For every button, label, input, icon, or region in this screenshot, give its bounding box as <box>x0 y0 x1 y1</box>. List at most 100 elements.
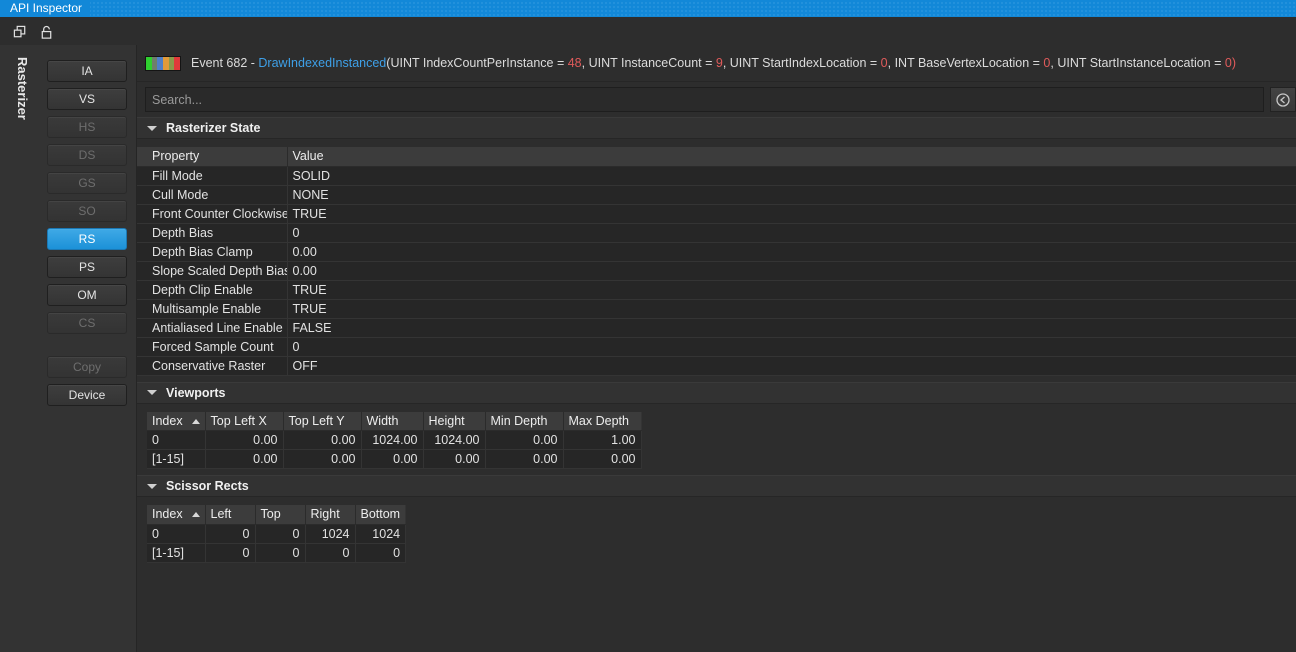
button-device[interactable]: Device <box>47 384 127 406</box>
stage-label: Rasterizer <box>8 57 30 120</box>
stage-button-label: Device <box>69 388 106 402</box>
table-cell: NONE <box>287 185 1296 204</box>
column-header-value[interactable]: Value <box>287 147 1296 166</box>
table-row[interactable]: Cull ModeNONE <box>137 185 1296 204</box>
scissor-rects-table: IndexLeftTopRightBottom 00010241024[1-15… <box>147 505 406 563</box>
main-panel: Event 682 - DrawIndexedInstanced(UINT In… <box>137 45 1296 652</box>
table-cell: 0 <box>147 524 205 543</box>
stage-button-label: GS <box>78 176 95 190</box>
table-row[interactable]: Conservative RasterOFF <box>137 356 1296 375</box>
table-row[interactable]: Multisample EnableTRUE <box>137 299 1296 318</box>
stage-button-rs[interactable]: RS <box>47 228 127 250</box>
stage-button-ia[interactable]: IA <box>47 60 127 82</box>
column-header-width[interactable]: Width <box>361 412 423 431</box>
table-row[interactable]: Depth Bias Clamp0.00 <box>137 242 1296 261</box>
titlebar-dot-pattern <box>0 0 1296 17</box>
section-header-rasterizer-state[interactable]: Rasterizer State <box>137 117 1296 139</box>
table-cell: 0 <box>255 524 305 543</box>
column-header-index[interactable]: Index <box>147 505 205 524</box>
table-row[interactable]: 00010241024 <box>147 524 406 543</box>
event-arg-type-4: UINT StartInstanceLocation = <box>1057 56 1225 70</box>
table-row[interactable]: Depth Bias0 <box>137 223 1296 242</box>
stage-button-om[interactable]: OM <box>47 284 127 306</box>
column-header-bottom[interactable]: Bottom <box>355 505 406 524</box>
table-row[interactable]: Front Counter ClockwiseTRUE <box>137 204 1296 223</box>
column-header-top[interactable]: Top <box>255 505 305 524</box>
event-arg-sep-2: , <box>888 56 895 70</box>
table-cell: 0.00 <box>287 261 1296 280</box>
column-header-property[interactable]: Property <box>137 147 287 166</box>
table-row[interactable]: [1-15]0000 <box>147 543 406 562</box>
table-row[interactable]: Depth Clip EnableTRUE <box>137 280 1296 299</box>
button-copy: Copy <box>47 356 127 378</box>
column-header-label: Index <box>152 507 183 521</box>
stage-button-label: DS <box>79 148 96 162</box>
column-header-right[interactable]: Right <box>305 505 355 524</box>
window-title: API Inspector <box>10 0 82 17</box>
column-header-height[interactable]: Height <box>423 412 485 431</box>
table-cell: Slope Scaled Depth Bias <box>137 261 287 280</box>
event-arg-value-2: 0 <box>881 56 888 70</box>
column-header-top-left-y[interactable]: Top Left Y <box>283 412 361 431</box>
table-row[interactable]: Slope Scaled Depth Bias0.00 <box>137 261 1296 280</box>
back-arrow-circle-icon[interactable] <box>1270 87 1296 112</box>
column-header-label: Top Left Y <box>289 414 345 428</box>
column-header-min-depth[interactable]: Min Depth <box>485 412 563 431</box>
event-description: Event 682 - DrawIndexedInstanced(UINT In… <box>191 56 1236 70</box>
table-cell: Depth Bias Clamp <box>137 242 287 261</box>
section-title: Rasterizer State <box>166 121 261 135</box>
stage-button-ps[interactable]: PS <box>47 256 127 278</box>
column-header-top-left-x[interactable]: Top Left X <box>205 412 283 431</box>
section-header-scissor-rects[interactable]: Scissor Rects <box>137 475 1296 497</box>
event-arg-value-4: 0 <box>1225 56 1232 70</box>
column-header-label: Value <box>293 149 324 163</box>
table-cell: 0 <box>205 543 255 562</box>
stage-button-list: IAVSHSDSGSSORSPSOMCSCopyDevice <box>47 60 127 412</box>
table-cell: 1024.00 <box>423 431 485 450</box>
event-call-name[interactable]: DrawIndexedInstanced <box>258 56 386 70</box>
event-arg-value-0: 48 <box>568 56 582 70</box>
column-header-label: Right <box>311 507 340 521</box>
stage-button-label: OM <box>77 288 96 302</box>
event-arg-type-0: UINT IndexCountPerInstance = <box>390 56 567 70</box>
window-titlebar: API Inspector <box>0 0 1296 17</box>
table-row[interactable]: Antialiased Line EnableFALSE <box>137 318 1296 337</box>
section-body-rasterizer-state: Property Value Fill ModeSOLIDCull ModeNON… <box>137 139 1296 382</box>
table-cell: 0.00 <box>361 450 423 469</box>
table-cell: [1-15] <box>147 543 205 562</box>
section-body-viewports: IndexTop Left X Top Left Y WidthHeight Min … <box>137 404 1296 476</box>
event-prefix: Event 682 - <box>191 56 258 70</box>
stage-button-vs[interactable]: VS <box>47 88 127 110</box>
table-cell: OFF <box>287 356 1296 375</box>
section-body-scissor-rects: IndexLeftTopRightBottom 00010241024[1-15… <box>137 497 1296 569</box>
table-cell: 0.00 <box>205 450 283 469</box>
table-cell: Conservative Raster <box>137 356 287 375</box>
chevron-down-icon <box>147 484 157 489</box>
section-header-viewports[interactable]: Viewports <box>137 382 1296 404</box>
viewports-table: IndexTop Left X Top Left Y WidthHeight Min … <box>147 412 642 470</box>
column-header-label: Min Depth <box>491 414 548 428</box>
table-row[interactable]: 00.000.001024.001024.000.001.00 <box>147 431 641 450</box>
column-header-label: Bottom <box>361 507 401 521</box>
windows-icon[interactable] <box>10 22 30 42</box>
column-header-label: Top <box>261 507 281 521</box>
stage-button-label: RS <box>79 232 96 246</box>
lock-icon[interactable] <box>36 22 56 42</box>
table-cell: 1024 <box>355 524 406 543</box>
column-header-max-depth[interactable]: Max Depth <box>563 412 641 431</box>
table-cell: TRUE <box>287 204 1296 223</box>
search-input[interactable] <box>145 87 1264 112</box>
table-row[interactable]: Fill ModeSOLID <box>137 166 1296 185</box>
table-row[interactable]: Forced Sample Count0 <box>137 337 1296 356</box>
table-cell: 0.00 <box>423 450 485 469</box>
column-header-index[interactable]: Index <box>147 412 205 431</box>
column-header-left[interactable]: Left <box>205 505 255 524</box>
table-cell: 0.00 <box>485 431 563 450</box>
stage-button-label: IA <box>81 64 92 78</box>
column-header-label: Left <box>211 507 232 521</box>
event-marker-icon <box>145 56 181 71</box>
table-cell: 0 <box>305 543 355 562</box>
table-cell: Depth Bias <box>137 223 287 242</box>
table-row[interactable]: [1-15]0.000.000.000.000.000.00 <box>147 450 641 469</box>
column-header-label: Property <box>152 149 199 163</box>
